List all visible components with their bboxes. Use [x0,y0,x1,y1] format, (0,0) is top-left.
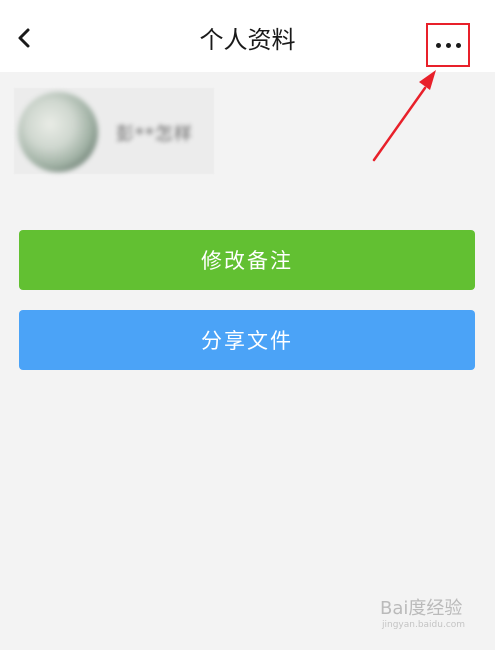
watermark-url: jingyan.baidu.com [382,620,466,630]
more-horizontal-icon-dot [445,42,451,48]
share-file-button[interactable]: 分享文件 [19,310,475,370]
more-horizontal-icon-dot [455,42,461,48]
profile-name: 彭**怎样 [116,124,193,145]
chevron-left-icon [18,28,30,48]
annotation-arrow-shaft [372,86,427,162]
back-button[interactable] [10,24,38,52]
top-nav-bar: 个人资料 [0,0,495,72]
avatar[interactable] [18,92,98,172]
edit-note-button[interactable]: 修改备注 [19,230,475,290]
arrow-head-icon [419,70,436,90]
more-horizontal-icon [435,42,441,48]
profile-card[interactable]: 彭**怎样 [14,88,214,174]
more-button[interactable] [426,23,470,67]
profile-screen: 个人资料 彭**怎样 修改备注 分享文件 Bai度经验 jingyan.baid… [0,0,495,650]
watermark: Bai度经验 jingyan.baidu.com [380,594,484,638]
watermark-logo: Bai度经验 [380,598,463,619]
page-title: 个人资料 [199,26,296,54]
